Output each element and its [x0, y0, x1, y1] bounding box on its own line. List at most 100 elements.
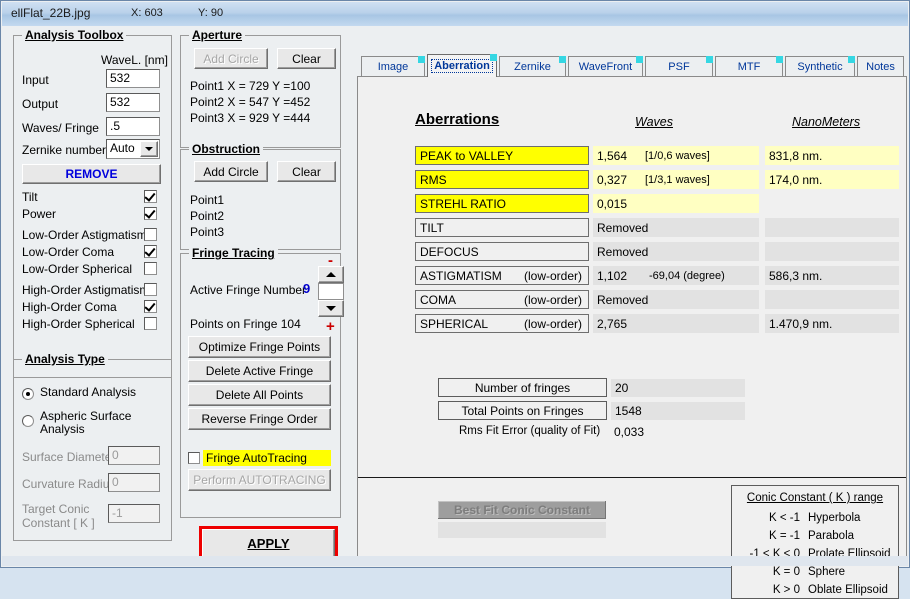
- rms-fit-error-value: 0,033: [614, 425, 644, 439]
- aberration-row-label: SPHERICAL (low-order): [415, 314, 589, 333]
- checkbox-label-high-order-coma: High-Order Coma: [22, 300, 117, 314]
- radio-aspheric-surface-analysis[interactable]: [22, 415, 34, 427]
- checkbox-high-order-astigmatism[interactable]: [144, 283, 157, 296]
- tab-synthetic[interactable]: Synthetic: [785, 56, 855, 77]
- checkbox-label-high-order-astigmatism: High-Order Astigmatism: [22, 283, 149, 297]
- checkbox-high-order-spherical[interactable]: [144, 317, 157, 330]
- total-points-on-fringes-label: Total Points on Fringes: [438, 401, 607, 420]
- tab-wavefront[interactable]: WaveFront: [568, 56, 643, 77]
- tab-label: Image: [378, 61, 409, 73]
- spinner-down-button[interactable]: [318, 300, 344, 317]
- title-file-name: ellFlat_22B.jpg: [11, 6, 90, 20]
- optimize-fringe-points-button[interactable]: Optimize Fringe Points: [188, 336, 331, 358]
- spinner-value-box: [318, 283, 344, 300]
- remove-button[interactable]: REMOVE: [22, 164, 161, 184]
- aberration-row-waves: Removed: [593, 290, 759, 309]
- aperture-add-circle-button[interactable]: Add Circle: [194, 48, 268, 69]
- aberration-row-label: DEFOCUS: [415, 242, 589, 261]
- obstruction-add-circle-button[interactable]: Add Circle: [194, 161, 268, 182]
- obstruction-point-1: Point1: [190, 192, 224, 208]
- checkbox-low-order-astigmatism[interactable]: [144, 228, 157, 241]
- tab-label: WaveFront: [579, 61, 632, 73]
- conic-desc: Hyperbola: [808, 512, 860, 524]
- conic-range-row: K = -1 Parabola: [736, 530, 896, 544]
- checkbox-high-order-coma[interactable]: [144, 300, 157, 313]
- spinner-up-button[interactable]: [318, 266, 344, 283]
- aberration-name: SPHERICAL: [416, 317, 488, 331]
- tab-zernike[interactable]: Zernike: [499, 56, 566, 77]
- aberration-waves-value: 1,564: [597, 149, 627, 163]
- obstruction-clear-button[interactable]: Clear: [277, 161, 336, 182]
- client-area: Analysis Toolbox WaveL. [nm] Input 532 O…: [2, 26, 908, 566]
- fringe-number-spinner[interactable]: [318, 266, 344, 318]
- aberration-waves-value: Removed: [597, 245, 648, 259]
- tab-image[interactable]: Image: [361, 56, 425, 77]
- perform-autotracing-button[interactable]: Perform AUTOTRACING: [188, 469, 331, 491]
- target-conic-field[interactable]: -1: [108, 504, 160, 523]
- waves-per-fringe-field[interactable]: .5: [106, 117, 160, 136]
- tab-label: Zernike: [514, 61, 551, 73]
- checkbox-low-order-spherical[interactable]: [144, 262, 157, 275]
- checkbox-label-low-order-spherical: Low-Order Spherical: [22, 262, 132, 276]
- aberration-row-nm: [765, 218, 899, 237]
- analysis-type-title: Analysis Type: [22, 352, 108, 366]
- delete-active-fringe-button[interactable]: Delete Active Fringe: [188, 360, 331, 382]
- checkbox-low-order-coma[interactable]: [144, 245, 157, 258]
- zernike-number-value: Auto: [110, 141, 135, 155]
- tab-label: PSF: [668, 61, 689, 73]
- application-window: ellFlat_22B.jpg X: 603 Y: 90 Analysis To…: [0, 0, 910, 568]
- tab-notch-icon: [848, 56, 855, 63]
- column-header-nanometers: NanoMeters: [792, 115, 860, 129]
- apply-button[interactable]: APPLY: [202, 529, 335, 558]
- status-bar: [2, 556, 908, 566]
- increment-fringe-icon[interactable]: +: [326, 322, 335, 332]
- radio-standard-analysis[interactable]: [22, 388, 34, 400]
- aberration-name: DEFOCUS: [416, 245, 479, 259]
- obstruction-title: Obstruction: [189, 142, 263, 156]
- checkbox-tilt[interactable]: [144, 190, 157, 203]
- aberration-name: STREHL RATIO: [416, 197, 506, 211]
- target-conic-label-line2: Constant [ K ]: [22, 516, 95, 530]
- surface-diameter-field[interactable]: 0: [108, 446, 160, 465]
- target-conic-label-line1: Target Conic: [22, 502, 89, 516]
- tab-label: Notes: [866, 61, 895, 73]
- rms-fit-error-label: Rms Fit Error (quality of Fit): [459, 425, 600, 437]
- checkbox-label-power: Power: [22, 207, 56, 221]
- chevron-down-icon[interactable]: [140, 141, 158, 157]
- aberration-row-waves: 0,015: [593, 194, 759, 213]
- tab-aberration[interactable]: Aberration: [427, 54, 497, 77]
- conic-desc: Parabola: [808, 530, 854, 542]
- tab-psf[interactable]: PSF: [645, 56, 713, 77]
- aberration-name: ASTIGMATISM: [416, 269, 502, 283]
- decrement-fringe-icon[interactable]: -: [328, 256, 333, 266]
- fringe-tracing-title: Fringe Tracing: [189, 246, 278, 260]
- radio-label-aspheric-line1: Aspheric Surface: [40, 409, 131, 423]
- cursor-y-readout: Y: 90: [198, 7, 223, 19]
- input-wavelength-field[interactable]: 532: [106, 69, 160, 88]
- delete-all-points-button[interactable]: Delete All Points: [188, 384, 331, 406]
- tab-notch-icon: [636, 56, 643, 63]
- aberration-row-nm: [765, 290, 899, 309]
- checkbox-power[interactable]: [144, 207, 157, 220]
- checkbox-fringe-autotracing[interactable]: [188, 452, 200, 464]
- active-fringe-number-label: Active Fringe Number: [190, 283, 306, 297]
- checkbox-label-high-order-spherical: High-Order Spherical: [22, 317, 135, 331]
- tab-notch-icon: [559, 56, 566, 63]
- zernike-number-select[interactable]: Auto: [106, 139, 160, 159]
- surface-diameter-label: Surface Diameter: [22, 450, 115, 464]
- tab-notes[interactable]: Notes: [857, 56, 904, 77]
- tab-mtf[interactable]: MTF: [715, 56, 783, 77]
- best-fit-conic-constant-value: [438, 522, 606, 538]
- output-wavelength-field[interactable]: 532: [106, 93, 160, 112]
- aberration-row-label: ASTIGMATISM (low-order): [415, 266, 589, 285]
- aperture-clear-button[interactable]: Clear: [277, 48, 336, 69]
- conic-desc: Oblate Ellipsoid: [808, 584, 888, 596]
- best-fit-conic-constant-button[interactable]: Best Fit Conic Constant: [438, 501, 606, 519]
- aberration-waves-sub: [1/0,6 waves]: [645, 150, 710, 162]
- aberration-row-nm: 586,3 nm.: [765, 266, 899, 285]
- aberration-waves-sub: [1/3,1 waves]: [645, 174, 710, 186]
- reverse-fringe-order-button[interactable]: Reverse Fringe Order: [188, 408, 331, 430]
- curvature-radius-field[interactable]: 0: [108, 473, 160, 492]
- conic-range-row: K = 0 Sphere: [736, 566, 896, 580]
- checkbox-label-tilt: Tilt: [22, 190, 38, 204]
